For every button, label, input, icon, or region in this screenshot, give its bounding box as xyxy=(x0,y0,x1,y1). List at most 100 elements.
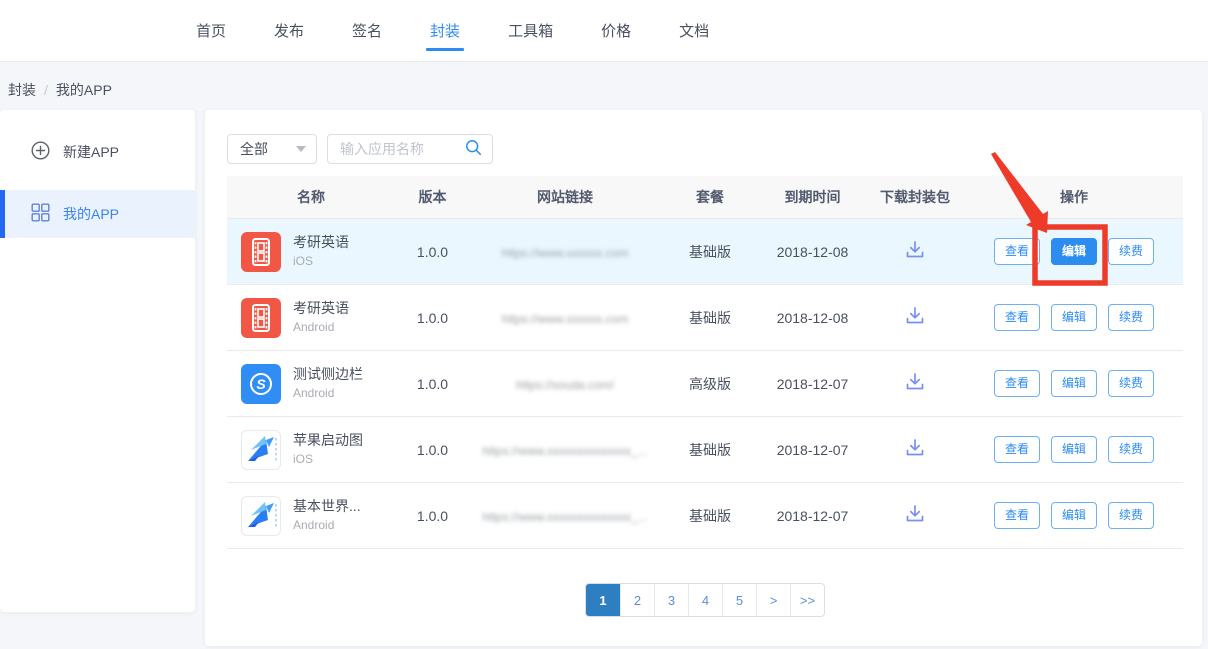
page-button-2[interactable]: 2 xyxy=(620,584,654,616)
view-button[interactable]: 查看 xyxy=(994,238,1040,265)
search-box xyxy=(327,134,493,164)
table-row: 基本世界... Android 1.0.0 https://www.xxxxxx… xyxy=(227,483,1183,549)
edit-button[interactable]: 编辑 xyxy=(1051,436,1097,463)
app-url-masked: https://souda.com/ xyxy=(516,378,614,392)
sidebar: 新建APP 我的APP xyxy=(0,110,195,612)
header-name: 名称 xyxy=(227,187,395,207)
caret-down-icon xyxy=(296,146,306,152)
app-platform: iOS xyxy=(293,254,349,269)
view-button[interactable]: 查看 xyxy=(994,436,1040,463)
nav-item-publish[interactable]: 发布 xyxy=(274,0,304,61)
download-icon[interactable] xyxy=(903,304,927,328)
app-expiry: 2018-12-08 xyxy=(760,310,865,326)
breadcrumb-current: 我的APP xyxy=(56,80,112,100)
app-url-masked: https://www.xxxxxxxxxxxxxx_... xyxy=(482,510,647,524)
sidebar-item-label: 新建APP xyxy=(63,142,119,162)
renew-button[interactable]: 续费 xyxy=(1108,370,1154,397)
app-name: 考研英语 xyxy=(293,234,349,252)
nav-item-price[interactable]: 价格 xyxy=(601,0,631,61)
app-url-masked: https://www.xxxxxx.com xyxy=(502,246,629,260)
header-plan: 套餐 xyxy=(660,187,760,207)
header-version: 版本 xyxy=(395,187,470,207)
page-button-3[interactable]: 3 xyxy=(654,584,688,616)
nav-item-toolbox[interactable]: 工具箱 xyxy=(508,0,553,61)
renew-button[interactable]: 续费 xyxy=(1108,304,1154,331)
renew-button[interactable]: 续费 xyxy=(1108,502,1154,529)
download-icon[interactable] xyxy=(903,502,927,526)
download-icon[interactable] xyxy=(903,436,927,460)
nav-item-docs[interactable]: 文档 xyxy=(679,0,709,61)
edit-button[interactable]: 编辑 xyxy=(1051,370,1097,397)
svg-text:S: S xyxy=(256,376,266,392)
download-icon[interactable] xyxy=(903,370,927,394)
app-platform: Android xyxy=(293,320,349,335)
page-button-5[interactable]: 5 xyxy=(722,584,756,616)
origami-bird-icon xyxy=(241,430,281,470)
breadcrumb: 封装 / 我的APP xyxy=(8,80,112,100)
app-name: 基本世界... xyxy=(293,498,361,516)
table-header: 名称 版本 网站链接 套餐 到期时间 下载封装包 操作 xyxy=(227,176,1183,219)
sidebar-item-label: 我的APP xyxy=(63,204,119,224)
breadcrumb-separator: / xyxy=(44,82,48,98)
edit-button[interactable]: 编辑 xyxy=(1051,502,1097,529)
app-name: 考研英语 xyxy=(293,300,349,318)
main-panel: 全部 名称 版本 网站链接 套餐 到期时间 下载封装包 操作 xyxy=(205,110,1202,646)
app-table: 名称 版本 网站链接 套餐 到期时间 下载封装包 操作 xyxy=(227,176,1183,549)
view-button[interactable]: 查看 xyxy=(994,370,1040,397)
app-plan: 基础版 xyxy=(660,242,760,262)
nav-item-home[interactable]: 首页 xyxy=(196,0,226,61)
renew-button[interactable]: 续费 xyxy=(1108,436,1154,463)
view-button[interactable]: 查看 xyxy=(994,304,1040,331)
app-version: 1.0.0 xyxy=(395,244,470,260)
magnifier-icon[interactable] xyxy=(465,139,482,159)
edit-button[interactable]: 编辑 xyxy=(1051,238,1097,265)
nav-item-sign[interactable]: 签名 xyxy=(352,0,382,61)
app-platform: iOS xyxy=(293,452,363,467)
nav-item-package[interactable]: 封装 xyxy=(430,0,460,61)
app-version: 1.0.0 xyxy=(395,508,470,524)
grid-icon xyxy=(31,203,50,225)
renew-button[interactable]: 续费 xyxy=(1108,238,1154,265)
page-button-4[interactable]: 4 xyxy=(688,584,722,616)
app-expiry: 2018-12-08 xyxy=(760,244,865,260)
filter-bar: 全部 xyxy=(227,134,1183,164)
category-select-value: 全部 xyxy=(240,139,268,159)
table-row: 考研英语 Android 1.0.0 https://www.xxxxxx.co… xyxy=(227,285,1183,351)
film-icon xyxy=(241,232,281,272)
app-expiry: 2018-12-07 xyxy=(760,376,865,392)
table-row: 考研英语 iOS 1.0.0 https://www.xxxxxx.com 基础… xyxy=(227,219,1183,285)
app-platform: Android xyxy=(293,386,363,401)
table-row: S 测试侧边栏 Android 1.0.0 https://souda.com/… xyxy=(227,351,1183,417)
page-next-button[interactable]: > xyxy=(756,584,790,616)
header-download: 下载封装包 xyxy=(865,187,965,207)
app-plan: 基础版 xyxy=(660,308,760,328)
page-last-button[interactable]: >> xyxy=(790,584,824,616)
app-url-masked: https://www.xxxxxxxxxxxxxx_... xyxy=(482,444,647,458)
category-select[interactable]: 全部 xyxy=(227,134,317,164)
app-plan: 基础版 xyxy=(660,440,760,460)
s-circle-icon: S xyxy=(241,364,281,404)
app-expiry: 2018-12-07 xyxy=(760,508,865,524)
app-url-masked: https://www.xxxxxx.com xyxy=(502,312,629,326)
breadcrumb-parent[interactable]: 封装 xyxy=(8,80,36,100)
view-button[interactable]: 查看 xyxy=(994,502,1040,529)
sidebar-item-new-app[interactable]: 新建APP xyxy=(0,128,195,176)
header-url: 网站链接 xyxy=(470,187,660,207)
download-icon[interactable] xyxy=(903,238,927,262)
app-name: 苹果启动图 xyxy=(293,432,363,450)
top-nav: 首页 发布 签名 封装 工具箱 价格 文档 xyxy=(0,0,1208,62)
app-version: 1.0.0 xyxy=(395,310,470,326)
film-icon xyxy=(241,298,281,338)
origami-bird-icon xyxy=(241,496,281,536)
search-input[interactable] xyxy=(340,141,465,157)
header-expiry: 到期时间 xyxy=(760,187,865,207)
app-expiry: 2018-12-07 xyxy=(760,442,865,458)
app-platform: Android xyxy=(293,518,361,533)
sidebar-item-my-app[interactable]: 我的APP xyxy=(0,190,195,238)
app-plan: 基础版 xyxy=(660,506,760,526)
edit-button[interactable]: 编辑 xyxy=(1051,304,1097,331)
page-button-1[interactable]: 1 xyxy=(586,584,620,616)
app-version: 1.0.0 xyxy=(395,376,470,392)
pagination: 1 2 3 4 5 > >> xyxy=(227,583,1183,617)
header-actions: 操作 xyxy=(965,187,1183,207)
